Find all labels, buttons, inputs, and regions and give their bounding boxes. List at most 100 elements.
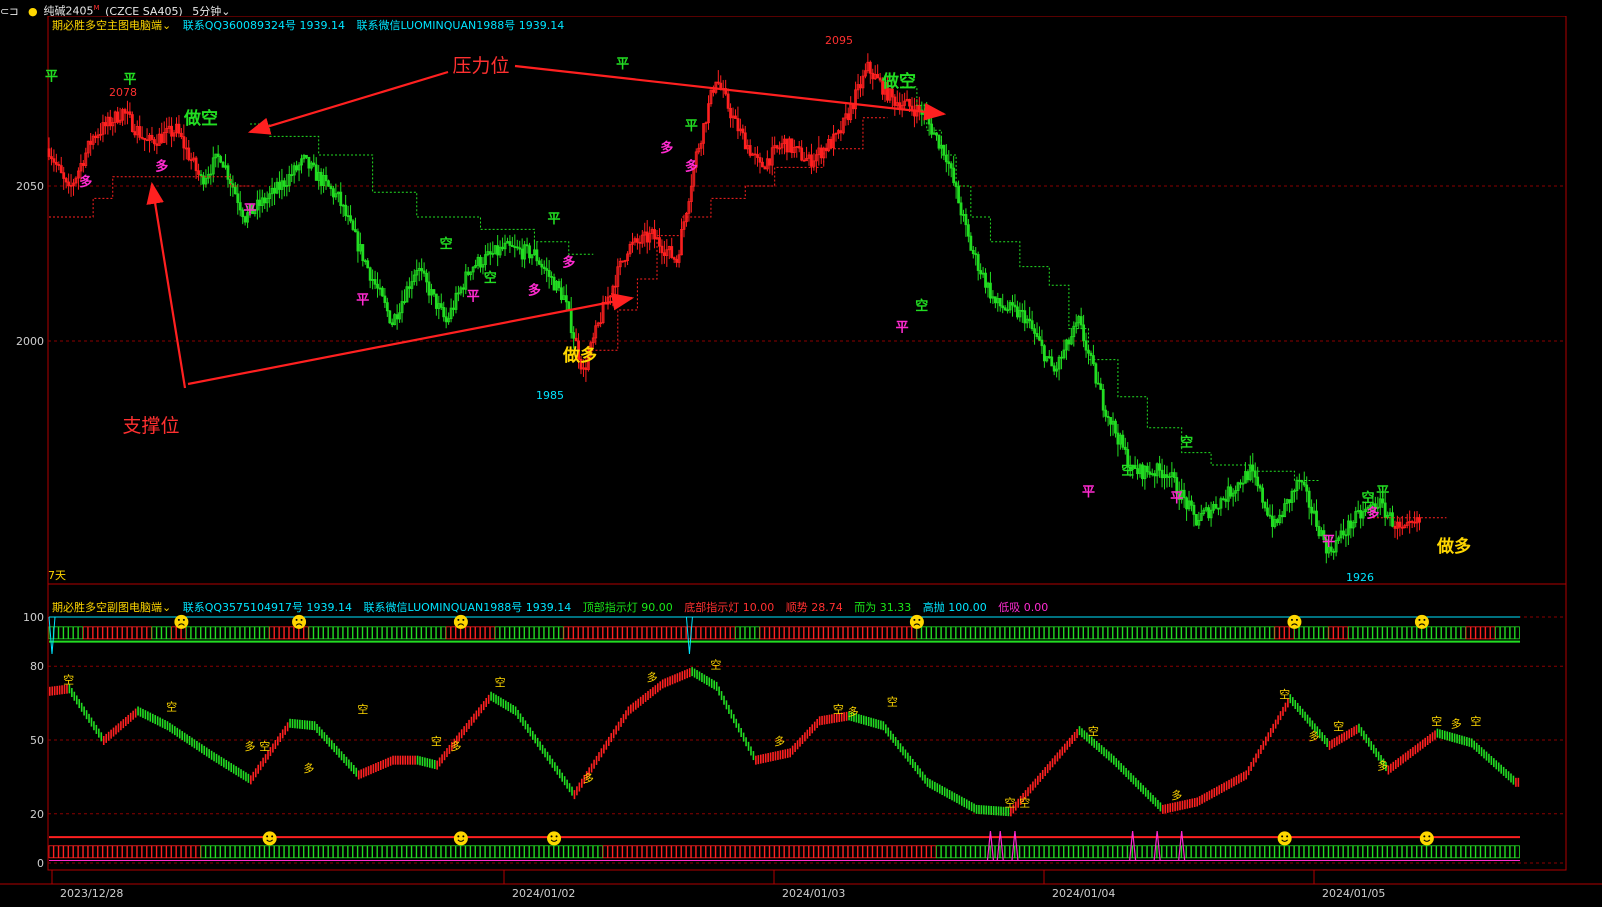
candle-body <box>1359 510 1363 519</box>
candle-body <box>1332 550 1336 553</box>
oscillator-bar <box>154 715 157 725</box>
candle-body <box>1038 336 1041 341</box>
oscillator-bar <box>607 736 610 746</box>
top-band-cell <box>318 626 324 640</box>
top-band-cell <box>1475 626 1481 640</box>
bottom-band-cell <box>690 845 697 859</box>
oscillator-bar <box>759 754 762 764</box>
bottom-band-cell <box>779 845 785 859</box>
bottom-band-cell <box>131 845 138 859</box>
candle-body <box>1342 530 1345 536</box>
top-band-cell <box>1102 626 1108 640</box>
oscillator-bar <box>1392 761 1395 771</box>
face-eye <box>1418 618 1421 621</box>
candle-body <box>89 140 93 145</box>
bottom-band-cell <box>1475 845 1481 859</box>
top-band-cell <box>622 626 628 640</box>
bottom-band-cell <box>607 845 613 859</box>
candle-body <box>662 252 666 256</box>
oscillator-bar <box>1419 741 1422 751</box>
bottom-band-cell <box>1362 845 1368 859</box>
oscillator-bar <box>1443 730 1446 740</box>
top-band-cell <box>1004 626 1010 640</box>
sub-signal-label: 空 <box>710 658 721 672</box>
bottom-band-cell <box>259 845 265 859</box>
candle-body <box>653 229 656 240</box>
candle-body <box>1158 463 1162 471</box>
top-band-cell <box>749 626 755 640</box>
top-band-cell <box>391 626 397 640</box>
top-band-cell <box>646 626 652 640</box>
candle-body <box>1133 464 1137 470</box>
chart-area[interactable]: 2050200010080502002023/12/28 2024/01/02 20… <box>0 16 1602 907</box>
top-band-cell <box>185 626 191 640</box>
oscillator-bar <box>568 783 571 793</box>
bottom-band-cell <box>1392 845 1398 859</box>
bottom-band-cell <box>1063 845 1069 859</box>
oscillator-bar <box>299 719 301 729</box>
oscillator-bar <box>1208 790 1211 800</box>
oscillator-bar <box>117 723 120 733</box>
main-title[interactable]: 期必胜多空主图电脑端 <box>52 19 162 32</box>
candle-body <box>488 251 492 255</box>
candle-body <box>238 202 242 211</box>
oscillator-bar <box>1470 738 1473 748</box>
oscillator-bar <box>934 781 936 791</box>
candle-body <box>1148 471 1152 475</box>
candle-body <box>351 220 355 230</box>
oscillator-bar <box>823 715 826 725</box>
top-band-cell <box>970 626 976 640</box>
bottom-band-cell <box>1303 845 1309 859</box>
oscillator-bar <box>328 737 331 747</box>
candle-body <box>1221 498 1225 501</box>
top-band-cell <box>1357 626 1363 640</box>
oscillator-bar <box>355 767 358 777</box>
oscillator-bar <box>365 767 367 777</box>
oscillator-bar <box>132 710 134 720</box>
bottom-band-cell <box>583 845 589 859</box>
oscillator-bar <box>411 755 414 765</box>
bottom-band-cell <box>1078 845 1084 859</box>
bottom-band-cell <box>1333 845 1339 859</box>
face-circle <box>262 831 277 846</box>
oscillator-bar <box>1073 732 1076 742</box>
face-eye <box>1290 618 1293 621</box>
top-band-cell <box>872 626 878 640</box>
price-label-low: 1926 <box>1346 571 1374 584</box>
bottom-band-cell <box>587 845 594 859</box>
top-band-cell <box>945 626 952 640</box>
top-band-cell <box>681 626 687 640</box>
candle-body <box>1016 306 1019 318</box>
main-y-tick-label: 2050 <box>16 180 44 193</box>
oscillator-bar <box>1137 780 1140 790</box>
oscillator-bar <box>345 756 348 766</box>
top-band-cell <box>720 626 726 640</box>
sub-title[interactable]: 期必胜多空副图电脑端 <box>52 601 162 614</box>
top-band-cell <box>558 626 564 640</box>
bottom-band-cell <box>641 845 648 859</box>
top-band-cell <box>303 626 309 640</box>
bottom-band-cell <box>225 845 231 859</box>
candle-body <box>479 256 482 268</box>
oscillator-bar <box>335 745 338 755</box>
oscillator-bar <box>708 677 711 687</box>
top-band-cell <box>337 626 343 640</box>
oscillator-bar <box>178 729 181 739</box>
oscillator-bar <box>750 746 752 756</box>
top-band-cell <box>1274 626 1280 640</box>
high-sell-value: 高抛 100.00 <box>922 601 987 614</box>
bottom-band-cell <box>578 845 584 859</box>
top-band-cell <box>852 626 858 640</box>
oscillator-bar <box>480 704 483 714</box>
candle-body <box>116 111 120 123</box>
oscillator-bar <box>492 693 495 703</box>
bottom-band-cell <box>445 845 451 859</box>
oscillator-bar <box>473 713 475 723</box>
bottom-band-cell <box>308 845 314 859</box>
bottom-band-cell <box>813 845 819 859</box>
top-band-cell <box>1156 626 1162 640</box>
oscillator-bar <box>931 780 934 790</box>
oscillator-bar <box>1113 755 1115 765</box>
candle-body <box>942 144 946 156</box>
oscillator-bar <box>791 745 794 755</box>
